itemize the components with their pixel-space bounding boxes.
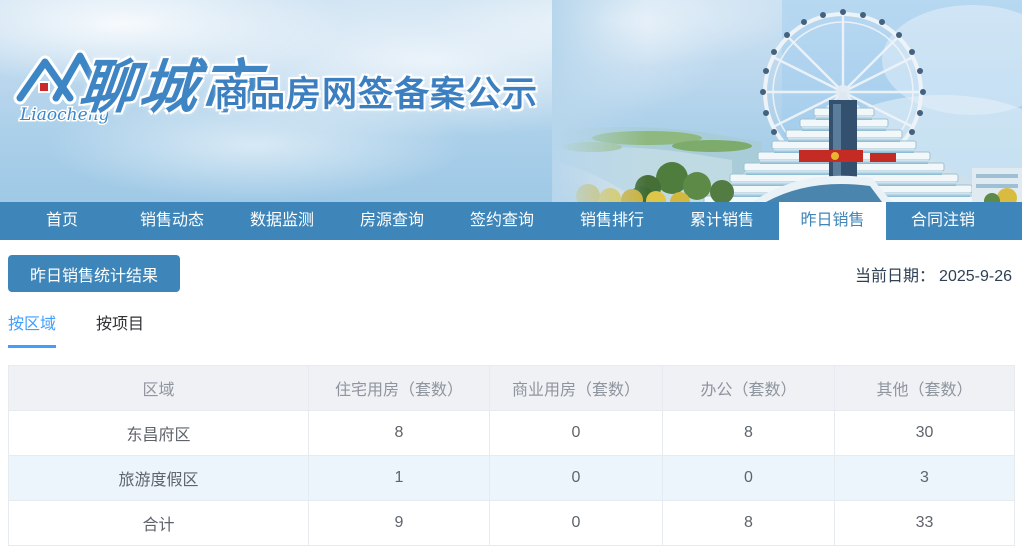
current-date: 当前日期： 2025-9-26 (855, 262, 1014, 286)
tab-by-project[interactable]: 按项目 (96, 310, 144, 348)
col-header-region: 区域 (8, 365, 309, 411)
cell-other: 3 (834, 455, 1015, 501)
col-header-office: 办公（套数） (662, 365, 835, 411)
table-row-dongchangfu: 东昌府区 8 0 8 30 (8, 410, 1015, 456)
cell-commercial: 0 (489, 455, 663, 501)
site-title: 商品房网签备案公示 (214, 75, 539, 114)
cell-other: 33 (834, 500, 1015, 546)
nav-item-home[interactable]: 首页 (9, 202, 115, 240)
view-tabs: 按区域 按项目 (8, 310, 1014, 348)
nav-item-contract-search[interactable]: 签约查询 (449, 202, 555, 240)
nav-item-contract-cancellation[interactable]: 合同注销 (890, 202, 996, 240)
site-banner: Liaocheng 聊城市 商品房网签备案公示 (0, 0, 1022, 202)
table-header-row: 区域 住宅用房（套数） 商业用房（套数） 办公（套数） 其他（套数） (8, 365, 1015, 411)
col-header-residential: 住宅用房（套数） (308, 365, 490, 411)
main-content: 昨日销售统计结果 当前日期： 2025-9-26 按区域 按项目 区域 住宅用房（… (0, 255, 1022, 546)
cell-region: 合计 (8, 500, 309, 546)
cell-commercial: 0 (489, 500, 663, 546)
banner-photo-ferris-wheel (552, 0, 1022, 202)
nav-item-yesterday-sales[interactable]: 昨日销售 (779, 202, 886, 240)
cell-region: 旅游度假区 (8, 455, 309, 501)
cell-residential: 8 (308, 410, 490, 456)
yesterday-sales-result-button[interactable]: 昨日销售统计结果 (8, 255, 181, 292)
cell-residential: 9 (308, 500, 490, 546)
col-header-other: 其他（套数） (834, 365, 1015, 411)
nav-item-data-monitoring[interactable]: 数据监测 (229, 202, 335, 240)
cell-commercial: 0 (489, 410, 663, 456)
nav-item-sales-trends[interactable]: 销售动态 (119, 202, 225, 240)
yesterday-sales-table: 区域 住宅用房（套数） 商业用房（套数） 办公（套数） 其他（套数） 东昌府区 … (8, 365, 1015, 546)
tab-by-region[interactable]: 按区域 (8, 310, 57, 348)
cell-region: 东昌府区 (8, 410, 309, 456)
nav-item-cumulative-sales[interactable]: 累计销售 (669, 202, 775, 240)
toolbar: 昨日销售统计结果 当前日期： 2025-9-26 (8, 255, 1014, 292)
nav-item-listing-search[interactable]: 房源查询 (339, 202, 445, 240)
table-row-tourism-resort: 旅游度假区 1 0 0 3 (8, 455, 1015, 501)
table-row-total: 合计 9 0 8 33 (8, 500, 1015, 546)
cell-other: 30 (834, 410, 1015, 456)
current-date-value: 2025-9-26 (939, 267, 1012, 285)
nav-item-sales-ranking[interactable]: 销售排行 (559, 202, 665, 240)
main-nav: 首页 销售动态 数据监测 房源查询 签约查询 销售排行 累计销售 昨日销售 合同… (0, 202, 1022, 240)
cell-residential: 1 (308, 455, 490, 501)
cell-office: 0 (662, 455, 835, 501)
col-header-commercial: 商业用房（套数） (489, 365, 663, 411)
current-date-label: 当前日期： (855, 267, 936, 285)
cell-office: 8 (662, 410, 835, 456)
cell-office: 8 (662, 500, 835, 546)
logo-red-square (38, 81, 50, 93)
